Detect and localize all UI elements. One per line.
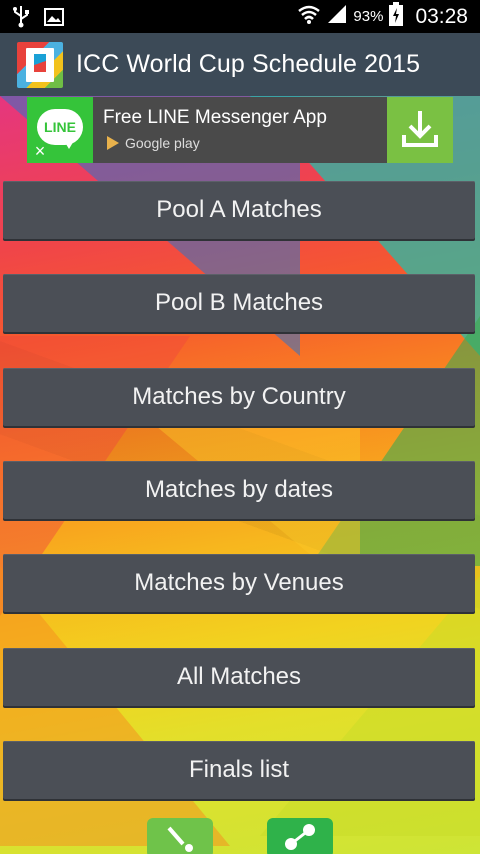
battery-percent: 93%	[353, 8, 384, 25]
action-bar: ICC World Cup Schedule 2015	[0, 33, 480, 98]
page-title: ICC World Cup Schedule 2015	[76, 50, 421, 78]
download-icon[interactable]	[387, 97, 453, 163]
finals-list-button[interactable]: Finals list	[3, 741, 475, 799]
wifi-icon	[297, 4, 321, 30]
share-icon[interactable]	[267, 818, 333, 854]
status-left-icons	[12, 6, 64, 33]
pool-a-matches-button[interactable]: Pool A Matches	[3, 181, 475, 239]
ad-close-icon[interactable]: ×	[30, 141, 50, 161]
image-icon	[44, 8, 64, 31]
usb-icon	[12, 6, 30, 33]
google-play-icon	[107, 136, 119, 150]
ad-store: Google play	[107, 135, 200, 151]
matches-by-country-button[interactable]: Matches by Country	[3, 368, 475, 426]
clock: 03:28	[415, 4, 468, 28]
pool-b-matches-button[interactable]: Pool B Matches	[3, 274, 475, 332]
ad-store-label: Google play	[125, 135, 200, 151]
matches-by-venues-button[interactable]: Matches by Venues	[3, 554, 475, 612]
status-bar: 93% 03:28	[0, 0, 480, 33]
app-logo-icon[interactable]	[17, 41, 63, 88]
signal-icon	[327, 4, 347, 30]
line-logo-text: LINE	[37, 109, 83, 149]
main-content: LINE × Free LINE Messenger App Google pl…	[0, 96, 480, 854]
battery-icon	[389, 1, 404, 32]
ad-banner[interactable]: LINE × Free LINE Messenger App Google pl…	[27, 97, 453, 163]
all-matches-button[interactable]: All Matches	[3, 648, 475, 706]
ad-headline: Free LINE Messenger App	[103, 107, 327, 128]
cricket-icon[interactable]	[147, 818, 213, 854]
matches-by-dates-button[interactable]: Matches by dates	[3, 461, 475, 519]
status-right: 93% 03:28	[297, 0, 468, 33]
